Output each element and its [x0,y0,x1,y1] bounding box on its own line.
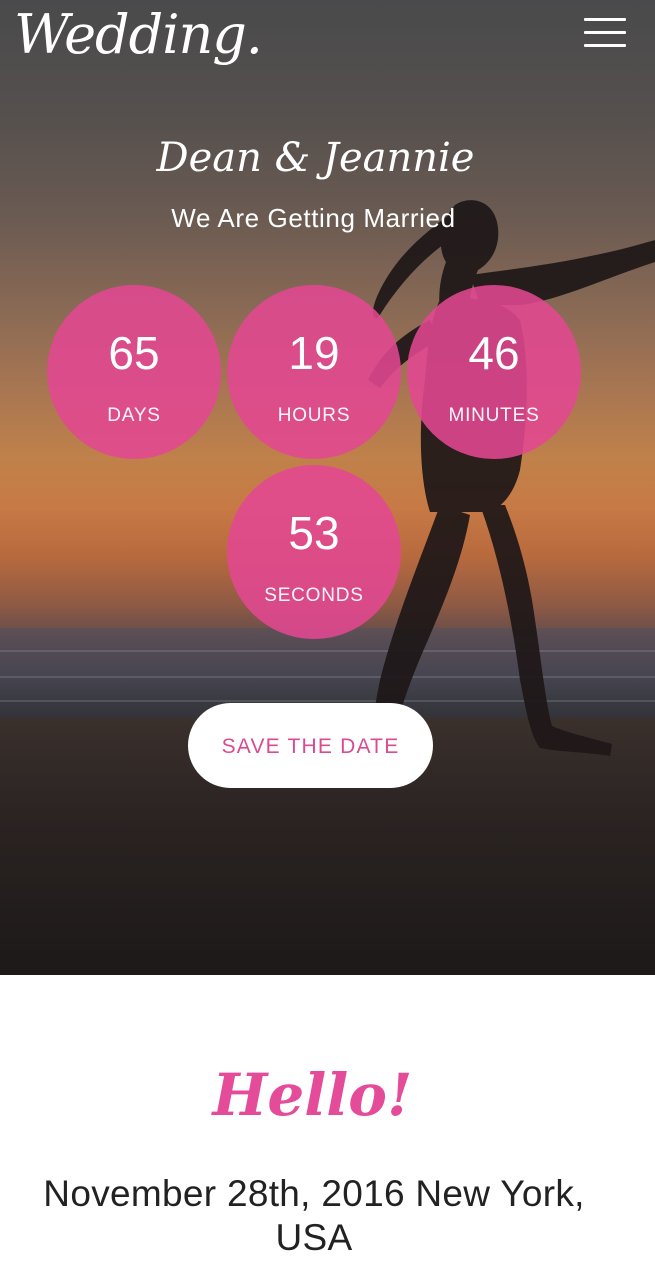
hamburger-menu-icon[interactable] [584,18,626,48]
countdown-minutes-label: MINUTES [448,405,540,426]
countdown-hours-value: 19 [288,327,340,379]
countdown-days-value: 65 [108,327,160,379]
countdown-days-label: DAYS [107,405,161,426]
countdown-minutes: 46 MINUTES [407,285,581,459]
countdown-hours: 19 HOURS [227,285,401,459]
countdown-days: 65 DAYS [47,285,221,459]
countdown-seconds-label: SECONDS [264,585,364,606]
save-the-date-button[interactable]: SAVE THE DATE [188,703,433,788]
site-logo[interactable]: Wedding. [14,0,263,70]
event-date-location: November 28th, 2016 New York, USA [43,1173,585,1258]
tagline: We Are Getting Married [171,203,456,233]
hello-heading: Hello! [212,1061,413,1129]
countdown-seconds: 53 SECONDS [227,465,401,639]
countdown-hours-label: HOURS [277,405,351,426]
countdown-minutes-value: 46 [468,327,520,379]
countdown-seconds-value: 53 [288,507,340,559]
couple-names: Dean & Jeannie [156,135,475,181]
hero-section: Wedding. Dean & Jeannie We Are Getting M… [0,0,655,975]
